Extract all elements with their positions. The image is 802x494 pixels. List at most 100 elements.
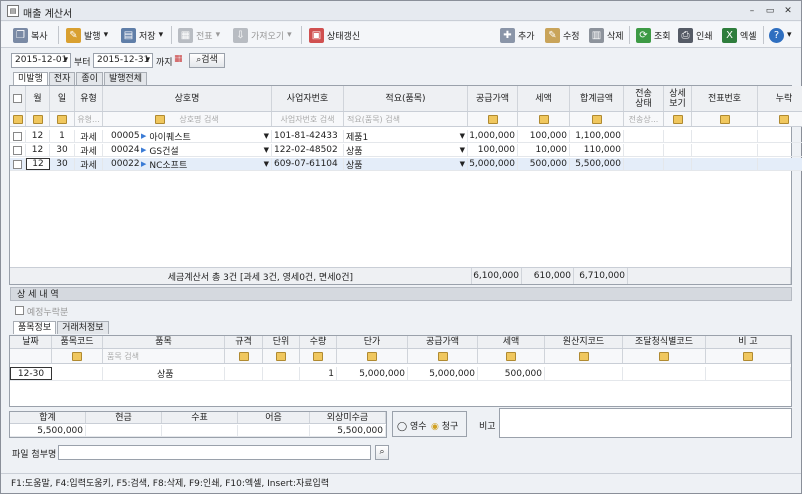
list-summary-row: 세금계산서 총 3건 [과세 3건, 영세0건, 면세0건] 6,100,000… (10, 267, 791, 284)
expand-icon[interactable]: ▶ (141, 160, 146, 168)
copy-icon: ❐ (13, 27, 28, 43)
filter-icon[interactable] (591, 114, 602, 124)
grid-filter-row: 유형... 상호명 검색 사업자번호 검색 적요(품목) 검색 전송상... (10, 112, 802, 127)
col-bizno[interactable]: 사업자번호 (272, 86, 344, 111)
filter-icon[interactable] (743, 351, 753, 361)
issue-button[interactable]: ✎ 발행 ▾ (66, 25, 108, 45)
col-summary[interactable]: 적요(품목) (344, 86, 468, 111)
from-date-field[interactable]: 2015-12-01 ▾ (11, 53, 71, 68)
detail-tabs: 품목정보 거래처정보 (13, 321, 110, 334)
chevron-down-icon[interactable]: ▼ (264, 146, 269, 154)
bizno-filter-input[interactable]: 사업자번호 검색 (272, 112, 344, 126)
payment-credit[interactable]: 5,500,000 (310, 425, 386, 436)
table-row[interactable]: 12 1 과세 00005 ▶ 아이퀘스트 ▼ 101-81-42433 제품1 ▼ 1… (10, 130, 802, 143)
row-checkbox[interactable] (13, 131, 22, 141)
filter-icon[interactable] (57, 114, 67, 124)
filter-icon[interactable] (487, 114, 498, 124)
col-transmit-status[interactable]: 전송상태 (624, 86, 664, 111)
filter-icon[interactable] (12, 114, 23, 124)
copy-button[interactable]: ❐ 복사 (13, 25, 48, 45)
filter-icon[interactable] (155, 114, 166, 124)
query-button[interactable]: ⟳ 조회 (636, 25, 671, 45)
add-button[interactable]: ✚ 추가 (500, 25, 535, 45)
summary-filter-input[interactable]: 적요(품목) 검색 (344, 112, 468, 126)
payment-check[interactable] (162, 425, 238, 436)
tab-partner-info[interactable]: 거래처정보 (57, 321, 109, 334)
excel-button[interactable]: X 엑셀 (722, 25, 757, 45)
edit-button[interactable]: ✎ 수정 (545, 25, 580, 45)
chevron-down-icon[interactable]: ▼ (460, 160, 465, 168)
col-month[interactable]: 월 (26, 86, 50, 111)
table-row[interactable]: 12-30 상품 1 5,000,000 5,000,000 500,000 (10, 367, 791, 381)
delete-button[interactable]: ▥ 삭제 (589, 25, 624, 45)
attach-search-button[interactable]: ⌕ (375, 445, 389, 460)
to-date-field[interactable]: 2015-12-31 ▾ (93, 53, 153, 68)
row-checkbox[interactable] (13, 145, 22, 155)
chevron-down-icon[interactable]: ▼ (460, 132, 465, 140)
filter-icon[interactable] (659, 351, 669, 361)
receipt-radio[interactable]: ◯ 영수 (397, 419, 427, 432)
col-supply[interactable]: 공급가액 (468, 86, 518, 111)
filter-icon[interactable] (578, 351, 589, 361)
restore-icon[interactable]: ▭ (763, 4, 777, 18)
missing-checkbox[interactable]: 예정누락분 (15, 305, 68, 318)
col-detail-view[interactable]: 상세보기 (664, 86, 692, 111)
row-checkbox[interactable] (13, 159, 22, 169)
tab-unissued[interactable]: 미발행 (13, 72, 48, 85)
tab-electronic[interactable]: 전자 (48, 72, 76, 85)
calendar-icon[interactable]: ▦ (174, 54, 183, 64)
tab-item-info[interactable]: 품목정보 (13, 321, 57, 334)
table-row[interactable]: 12 30 과세 00024 ▶ GS건설 ▼ 122-02-48502 상품 ▼ 10… (10, 144, 802, 157)
chevron-down-icon[interactable]: ▼ (264, 160, 269, 168)
import-button[interactable]: ⇩ 가져오기 ▾ (233, 25, 292, 45)
attach-file-field[interactable] (58, 445, 371, 460)
sum-supply: 6,100,000 (472, 268, 522, 284)
close-icon[interactable]: ✕ (781, 4, 795, 18)
filter-icon[interactable] (538, 114, 549, 124)
col-tax[interactable]: 세액 (518, 86, 570, 111)
chevron-down-icon[interactable]: ▼ (460, 146, 465, 154)
search-button[interactable]: ⌕검색 (189, 53, 225, 68)
col-type[interactable]: 유형 (75, 86, 103, 111)
filter-icon[interactable] (276, 351, 286, 361)
col-day[interactable]: 일 (50, 86, 75, 111)
table-row[interactable]: 12 30 과세 00022 ▶ NC소프트 ▼ 609-07-61104 상품 ▼ 5… (10, 158, 802, 171)
payment-cash[interactable] (86, 425, 162, 436)
expand-icon[interactable]: ▶ (141, 146, 146, 154)
payment-total[interactable]: 5,500,000 (10, 425, 86, 436)
tab-paper[interactable]: 종이 (76, 72, 103, 85)
filter-icon[interactable] (238, 351, 249, 361)
expand-icon[interactable]: ▶ (141, 132, 146, 140)
company-filter-input[interactable]: 상호명 검색 (179, 114, 218, 125)
filter-icon[interactable] (779, 114, 789, 124)
filter-icon[interactable] (367, 351, 377, 361)
col-slip-no[interactable]: 전표번호 (692, 86, 758, 111)
col-missing[interactable]: 누락 (758, 86, 802, 111)
chevron-down-icon[interactable]: ▼ (264, 132, 269, 140)
filter-icon[interactable] (32, 114, 43, 124)
filter-icon[interactable] (719, 114, 730, 124)
tab-all-issued[interactable]: 발행전체 (103, 72, 148, 85)
payment-bill[interactable] (238, 425, 310, 436)
transmit-filter-input[interactable]: 전송상... (624, 112, 664, 126)
col-company[interactable]: 상호명 (103, 86, 272, 111)
col-total[interactable]: 합계금액 (570, 86, 624, 111)
claim-radio[interactable]: ◉ 청구 (431, 419, 458, 432)
item-detail-grid: 날짜 품목코드 품목 규격 단위 수량 단가 공급가액 세액 원산지코드 조달청… (9, 335, 792, 407)
filter-icon[interactable] (72, 351, 82, 361)
filter-icon[interactable] (437, 351, 448, 361)
print-button[interactable]: ⎙ 인쇄 (678, 25, 713, 45)
select-all-checkbox[interactable] (10, 86, 26, 111)
note-field[interactable] (499, 408, 792, 438)
status-refresh-button[interactable]: ▣ 상태갱신 (309, 25, 360, 45)
minimize-icon[interactable]: – (745, 4, 759, 18)
filter-icon[interactable] (506, 351, 516, 361)
edit-icon: ✎ (545, 27, 560, 43)
slip-button[interactable]: ▦ 전표 ▾ (178, 25, 220, 45)
item-filter-input[interactable]: 품목 검색 (103, 349, 225, 363)
type-filter-input[interactable]: 유형... (75, 112, 103, 126)
filter-icon[interactable] (313, 351, 323, 361)
help-button[interactable]: ? ▾ (769, 25, 792, 45)
filter-icon[interactable] (672, 114, 683, 124)
save-button[interactable]: ▤ 저장 ▾ (121, 25, 163, 45)
